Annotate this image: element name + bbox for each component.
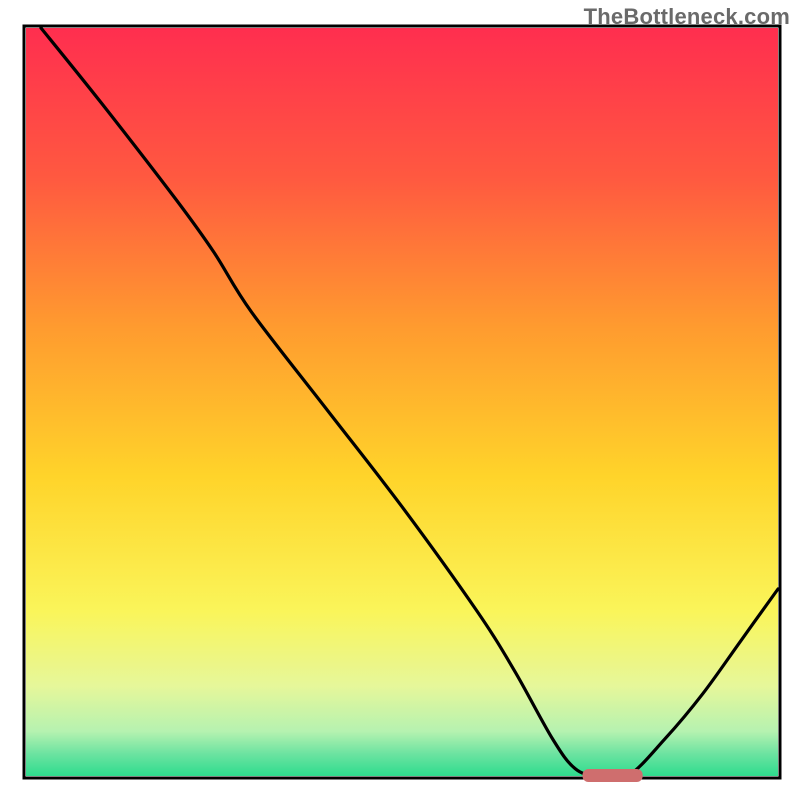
optimal-marker: [583, 769, 643, 782]
plot-background: [26, 28, 778, 776]
watermark-text: TheBottleneck.com: [584, 4, 790, 30]
bottleneck-chart: [0, 0, 800, 800]
